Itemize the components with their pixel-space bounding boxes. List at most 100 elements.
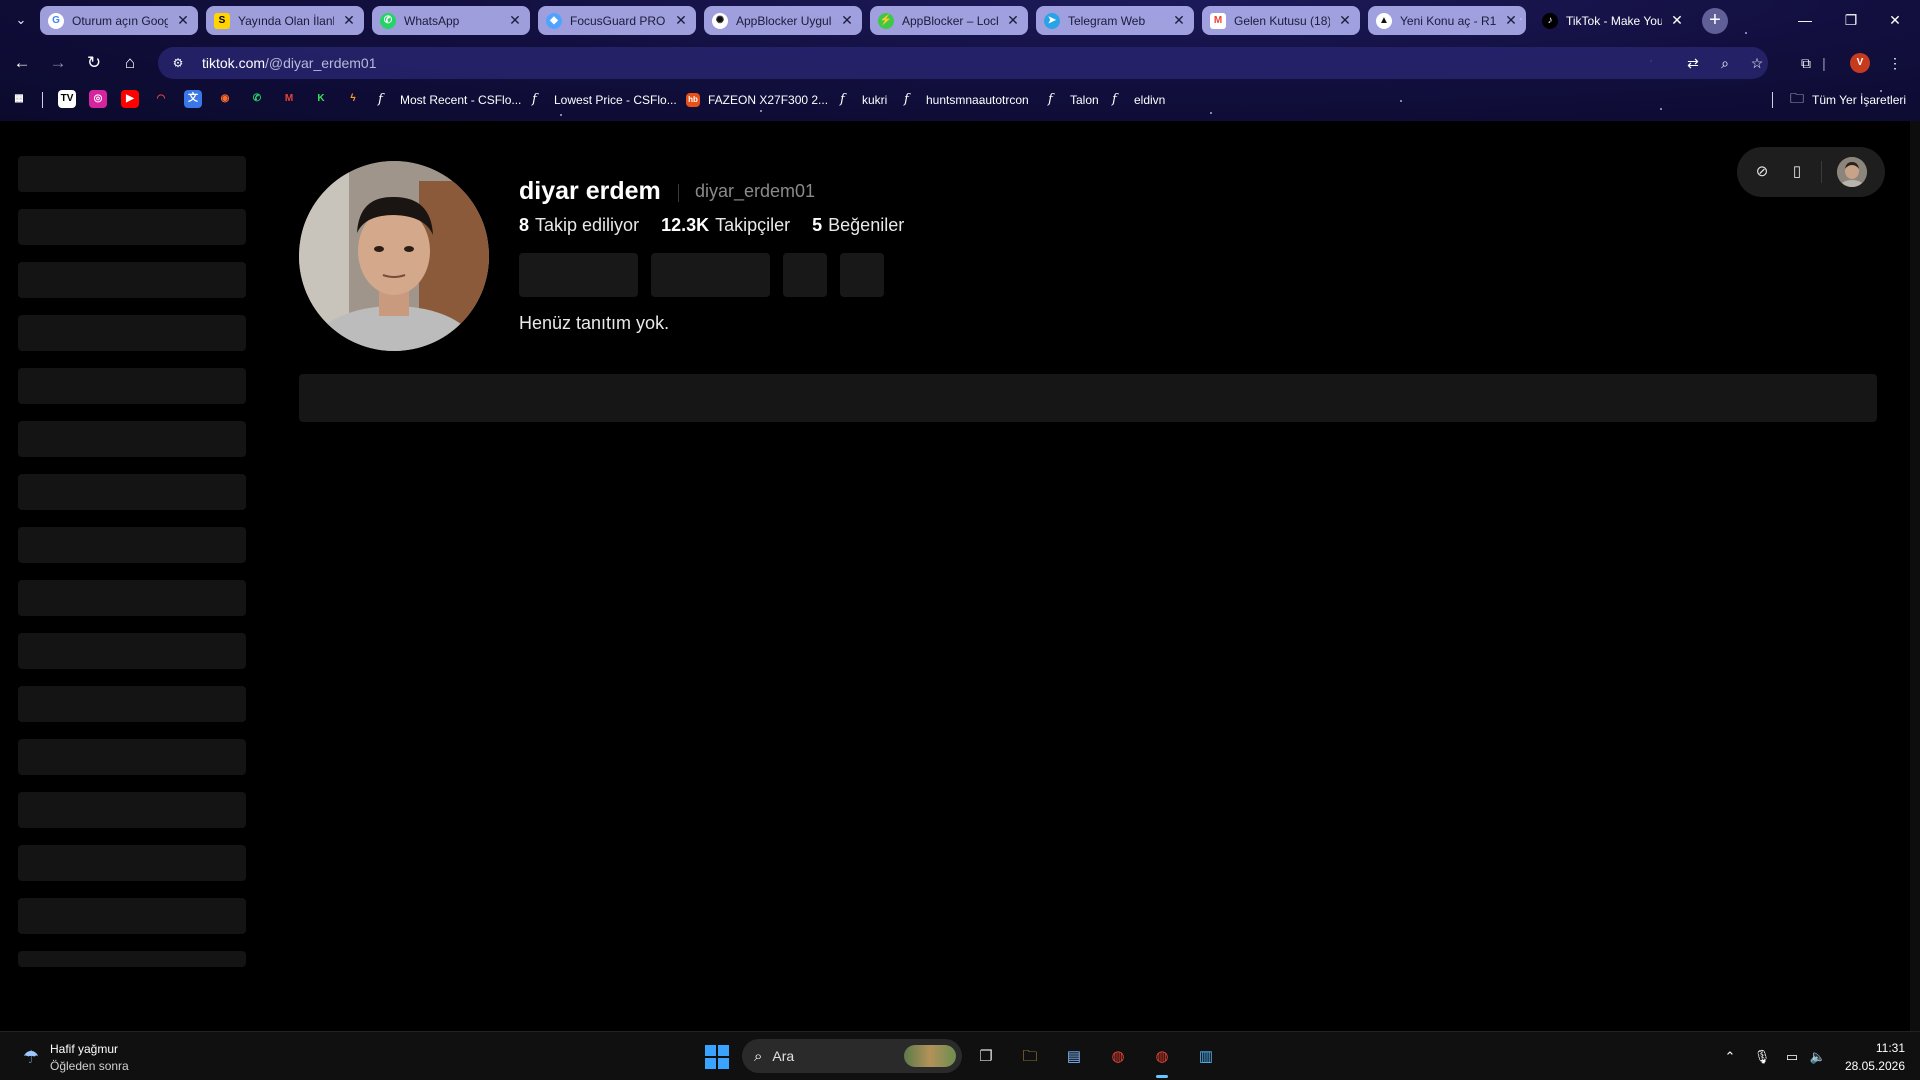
whatsapp-bookmark-icon[interactable]: ✆ — [248, 90, 266, 108]
windows-start-icon[interactable] — [705, 1045, 729, 1069]
forward-button[interactable]: → — [44, 50, 72, 76]
sidebar-skeleton — [18, 474, 246, 510]
task-view-icon[interactable]: ❐ — [972, 1043, 1000, 1071]
follow-button-placeholder[interactable] — [519, 253, 638, 297]
store-icon[interactable]: ▤ — [1060, 1043, 1088, 1071]
tab-gmail[interactable]: M Gelen Kutusu (18) ✕ — [1202, 6, 1360, 35]
bookmark-item[interactable]: f Talon — [1048, 90, 1099, 110]
user-avatar[interactable] — [1837, 157, 1867, 187]
browser-toolbar: ← → ↻ ⌂ ⚙ tiktok.com/@diyar_erdem01 ⇄ ⌕ … — [0, 44, 1920, 82]
kick-icon[interactable]: K — [312, 90, 330, 108]
sidebar-skeleton — [18, 368, 246, 404]
toolbar-divider: | — [1822, 55, 1826, 71]
tab-search-icon[interactable]: ⌄ — [10, 9, 32, 31]
translate-icon[interactable]: ⇄ — [1683, 53, 1703, 73]
tab-focusguard[interactable]: ◆ FocusGuard PRO ✕ — [538, 6, 696, 35]
tv-bookmark-icon[interactable]: TV — [58, 90, 76, 108]
close-icon[interactable]: ✕ — [508, 12, 522, 29]
profile-avatar[interactable]: V — [1850, 53, 1870, 73]
followers-stat[interactable]: 12.3K Takipçiler — [661, 215, 790, 236]
tab-appblocker-app[interactable]: ✺ AppBlocker Uygulaması ✕ — [704, 6, 862, 35]
clock-time[interactable]: 11:31 — [1855, 1041, 1905, 1055]
bookmark-item[interactable]: hb FAZEON X27F300 2... — [686, 90, 828, 110]
tab-appblocker-lock[interactable]: ⚡ AppBlocker – Lock ✕ — [870, 6, 1028, 35]
file-explorer-icon[interactable]: 🗀 — [1016, 1043, 1044, 1071]
more-button-placeholder[interactable] — [840, 253, 884, 297]
apps-grid-icon[interactable]: ▦ — [10, 90, 28, 108]
close-icon[interactable]: ✕ — [176, 12, 190, 29]
zoom-icon[interactable]: ⌕ — [1715, 53, 1735, 73]
coin-icon[interactable]: ⊘ — [1751, 161, 1773, 183]
site-info-icon[interactable]: ⚙ — [168, 53, 188, 73]
sidebar-skeleton — [18, 209, 246, 245]
close-window-button[interactable]: ✕ — [1880, 8, 1910, 32]
close-icon[interactable]: ✕ — [342, 12, 356, 29]
tab-telegram[interactable]: ➤ Telegram Web ✕ — [1036, 6, 1194, 35]
network-icon[interactable]: ▭ — [1782, 1047, 1802, 1067]
profile-avatar-image[interactable] — [299, 161, 489, 351]
bookmark-item[interactable]: f Lowest Price - CSFlo... — [532, 90, 677, 110]
home-button[interactable]: ⌂ — [116, 50, 144, 76]
microphone-icon[interactable]: 🎙 — [1752, 1047, 1772, 1067]
tab-google[interactable]: G Oturum açın Google ✕ — [40, 6, 198, 35]
close-icon[interactable]: ✕ — [1006, 12, 1020, 29]
following-stat[interactable]: 8 Takip ediliyor — [519, 215, 639, 236]
bookmark-star-icon[interactable]: ☆ — [1747, 53, 1767, 73]
chrome-profile-icon[interactable]: ◍ — [1148, 1043, 1176, 1078]
tray-chevron-icon[interactable]: ⌃ — [1720, 1047, 1740, 1067]
taskbar-search[interactable]: ⌕ Ara — [742, 1039, 962, 1073]
close-icon[interactable]: ✕ — [840, 12, 854, 29]
tab-title: Oturum açın Google — [72, 13, 168, 28]
page-icon: f — [840, 92, 845, 107]
page-scrollbar[interactable] — [1910, 121, 1920, 1031]
message-button-placeholder[interactable] — [651, 253, 770, 297]
pill-divider — [1821, 161, 1822, 183]
new-tab-button[interactable]: + — [1702, 8, 1728, 34]
instagram-icon[interactable]: ◎ — [89, 90, 107, 108]
telegram-icon: ➤ — [1044, 12, 1060, 29]
page-icon: f — [378, 92, 383, 107]
action-button-placeholder[interactable] — [783, 253, 827, 297]
tab-tiktok[interactable]: ♪ TikTok - Make Your Day ✕ — [1534, 6, 1692, 35]
volume-icon[interactable]: 🔈 — [1808, 1047, 1828, 1067]
gmail-bookmark-icon[interactable]: M — [280, 90, 298, 108]
speedometer-icon[interactable]: ◠ — [152, 90, 170, 108]
bookmark-flame-icon[interactable]: ϟ — [344, 90, 362, 108]
all-bookmarks-button[interactable]: 🗀 Tüm Yer İşaretleri — [1790, 90, 1906, 110]
restore-button[interactable]: ❐ — [1836, 8, 1866, 32]
sidebar-skeleton — [18, 262, 246, 298]
tab-title: Telegram Web — [1068, 13, 1146, 28]
extensions-icon[interactable]: ⧉ — [1795, 52, 1817, 74]
sidebar-skeleton — [18, 845, 246, 881]
windows-taskbar: ☂ Hafif yağmur Öğleden sonra ⌕ Ara ❐ 🗀 ▤… — [0, 1031, 1920, 1080]
address-bar[interactable]: ⚙ tiktok.com/@diyar_erdem01 ⇄ ⌕ ☆ — [158, 47, 1768, 79]
close-icon[interactable]: ✕ — [674, 12, 688, 29]
tab-whatsapp[interactable]: ✆ WhatsApp ✕ — [372, 6, 530, 35]
back-button[interactable]: ← — [8, 50, 36, 76]
close-icon[interactable]: ✕ — [1504, 12, 1518, 29]
tab-r10[interactable]: ▲ Yeni Konu aç - R10 ✕ — [1368, 6, 1526, 35]
translate-bookmark-icon[interactable]: 文 — [184, 90, 202, 108]
profile-handle: diyar_erdem01 — [695, 181, 816, 201]
rain-icon[interactable]: ☂ — [18, 1044, 44, 1070]
youtube-icon[interactable]: ▶ — [121, 90, 139, 108]
bookmark-item[interactable]: f eldivn — [1112, 90, 1165, 110]
tab-sahibinden[interactable]: S Yayında Olan İlanlar ✕ — [206, 6, 364, 35]
bookmark-red-icon[interactable]: ◉ — [216, 90, 234, 108]
close-icon[interactable]: ✕ — [1670, 12, 1684, 29]
bookmark-item[interactable]: f huntsmnaautotrcon — [904, 90, 1029, 110]
menu-icon[interactable]: ⋮ — [1884, 52, 1906, 74]
chrome-icon[interactable]: ◍ — [1104, 1043, 1132, 1071]
close-icon[interactable]: ✕ — [1338, 12, 1352, 29]
phone-icon[interactable]: ▯ — [1786, 161, 1808, 183]
notepad-icon[interactable]: ▥ — [1192, 1043, 1220, 1071]
reload-button[interactable]: ↻ — [80, 50, 108, 76]
close-icon[interactable]: ✕ — [1172, 12, 1186, 29]
clock-date[interactable]: 28.05.2026 — [1838, 1059, 1905, 1073]
bookmark-item[interactable]: f kukri — [840, 90, 887, 110]
minimize-button[interactable]: — — [1790, 8, 1820, 32]
weather-title[interactable]: Hafif yağmur — [50, 1042, 118, 1056]
tiktok-profile-page: diyar erdem diyar_erdem01 8 Takip ediliyo… — [0, 121, 1920, 1031]
search-highlight-image — [904, 1045, 956, 1067]
bookmark-item[interactable]: f Most Recent - CSFlo... — [378, 90, 521, 110]
